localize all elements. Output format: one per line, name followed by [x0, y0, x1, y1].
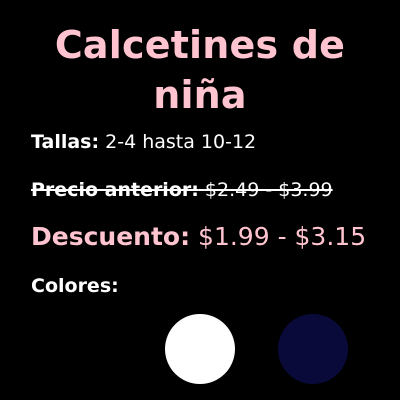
- sizes-row: Tallas: 2-4 hasta 10-12: [31, 128, 256, 156]
- discount-label: Descuento:: [31, 222, 191, 251]
- old-price-row: Precio anterior: $2.49 - $3.99: [31, 176, 333, 204]
- color-swatch-navy[interactable]: [278, 314, 348, 384]
- page-title: Calcetines de niña: [0, 20, 400, 120]
- sizes-label: Tallas:: [31, 131, 100, 153]
- discount-value: $1.99 - $3.15: [198, 222, 367, 251]
- title-line-2: niña: [153, 73, 247, 117]
- discount-row: Descuento: $1.99 - $3.15: [31, 220, 366, 254]
- old-price-label: Precio anterior:: [31, 179, 199, 201]
- color-swatch-white[interactable]: [165, 314, 235, 384]
- sizes-value: 2-4 hasta 10-12: [105, 131, 257, 153]
- title-line-1: Calcetines de: [54, 23, 346, 67]
- old-price-value: $2.49 - $3.99: [204, 179, 333, 201]
- colors-label: Colores:: [31, 275, 119, 297]
